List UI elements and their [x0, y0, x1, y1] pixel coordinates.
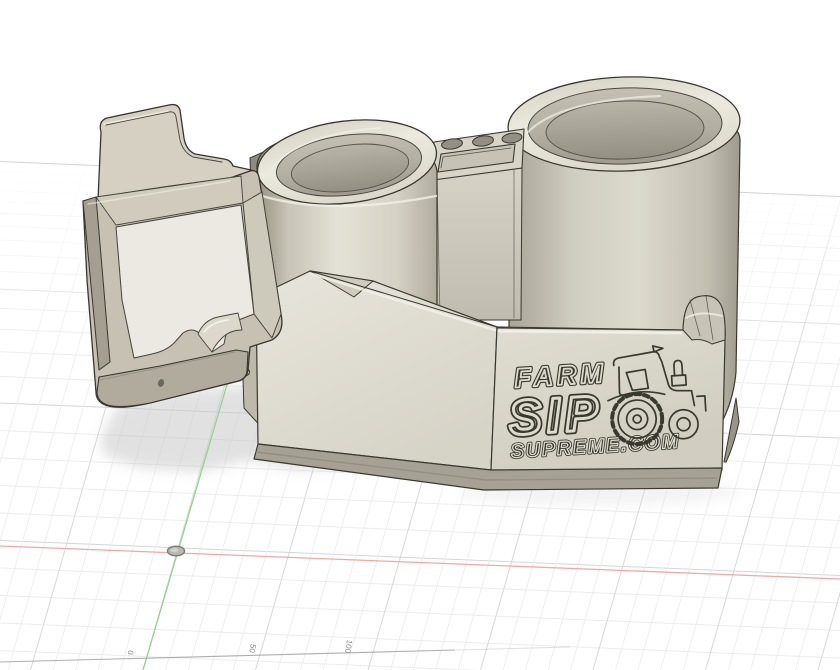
- axis-tick-label: 0: [126, 649, 136, 655]
- axis-tick-label: 100: [343, 639, 354, 654]
- grid-scale: 0 50 100: [0, 639, 570, 662]
- axis-tick-label: 50: [247, 643, 258, 654]
- middle-web: [426, 168, 522, 320]
- grid-line: [0, 595, 840, 630]
- corner-post: [683, 296, 725, 344]
- grid-line: [0, 540, 840, 575]
- 3d-viewport-canvas[interactable]: 0 50 100: [0, 0, 840, 670]
- grid-line: [0, 513, 840, 548]
- origin-point-marker[interactable]: [168, 546, 185, 556]
